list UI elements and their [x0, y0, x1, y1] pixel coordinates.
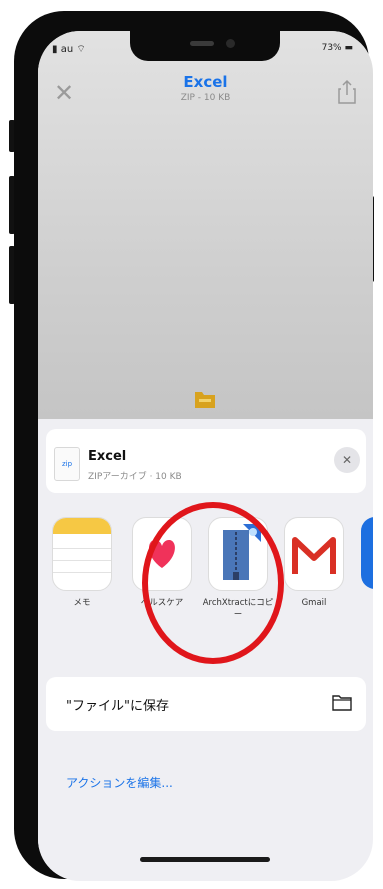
save-to-files-label: "ファイル"に保存 [66, 699, 169, 714]
file-header-card: zip Excel ZIPアーカイブ · 10 KB ✕ [46, 429, 366, 493]
notch [130, 31, 280, 61]
app-label-notes: メモ [73, 598, 91, 608]
app-label-gmail: Gmail [301, 598, 327, 608]
signal-icon: ▮ [52, 44, 58, 55]
folder-icon [332, 693, 352, 715]
partial-app-icon [361, 517, 373, 589]
front-camera [226, 39, 235, 48]
wifi-icon: ⌔ [76, 44, 86, 55]
zip-file-thumbnail: zip [54, 447, 80, 481]
edit-actions-link[interactable]: アクションを編集... [66, 774, 173, 791]
app-notes[interactable]: メモ [46, 517, 118, 609]
status-battery: 73% ▬ [322, 43, 353, 53]
save-to-files-button[interactable]: "ファイル"に保存 [46, 677, 366, 731]
file-name: Excel [88, 449, 127, 464]
app-partial[interactable] [354, 517, 373, 589]
close-sheet-button[interactable]: ✕ [334, 447, 360, 473]
file-meta: ZIPアーカイブ · 10 KB [88, 472, 182, 482]
page-title: Excel [183, 73, 228, 91]
highlight-circle [142, 502, 284, 664]
file-preview-area: ▮ au ⌔ 73% ▬ ✕ Excel ZIP - 10 KB [38, 31, 373, 431]
page-subtitle: ZIP - 10 KB [180, 93, 231, 103]
status-carrier: ▮ au ⌔ [52, 43, 86, 56]
phone-frame: ▮ au ⌔ 73% ▬ ✕ Excel ZIP - 10 KB zip Exc… [14, 11, 373, 881]
zip-folder-icon [194, 389, 216, 413]
share-icon[interactable] [337, 79, 357, 109]
battery-icon: ▬ [344, 43, 353, 53]
carrier-label: au [60, 44, 74, 55]
battery-percent: 73% [321, 43, 342, 53]
app-gmail[interactable]: Gmail [278, 517, 350, 609]
phone-screen: ▮ au ⌔ 73% ▬ ✕ Excel ZIP - 10 KB zip Exc… [38, 31, 373, 881]
gmail-icon [284, 517, 344, 591]
notes-icon [52, 517, 112, 591]
speaker-grille [190, 41, 214, 46]
home-indicator [140, 857, 270, 862]
